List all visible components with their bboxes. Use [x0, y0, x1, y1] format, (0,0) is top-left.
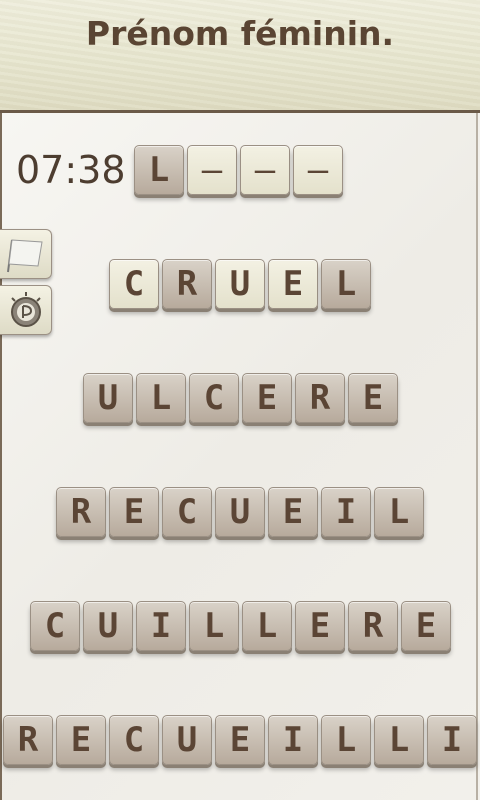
letter-tile[interactable]: R [56, 487, 106, 537]
letter-tile[interactable]: U [83, 601, 133, 651]
letter-tile[interactable]: L [321, 715, 371, 765]
letter-tile[interactable]: E [268, 487, 318, 537]
letter-tile[interactable]: E [348, 373, 398, 423]
letter-tile[interactable]: E [242, 373, 292, 423]
letter-tile[interactable]: E [56, 715, 106, 765]
letter-tile[interactable]: C [162, 487, 212, 537]
letter-tile[interactable]: I [321, 487, 371, 537]
letter-tile[interactable]: U [162, 715, 212, 765]
letter-tile[interactable]: L [136, 373, 186, 423]
answer-tile-empty[interactable]: – [240, 145, 290, 195]
letter-tile[interactable]: R [162, 259, 212, 309]
hint-bulb-icon [11, 292, 41, 327]
answer-tile-empty[interactable]: – [293, 145, 343, 195]
letter-tile[interactable]: C [30, 601, 80, 651]
letter-tile[interactable]: U [215, 259, 265, 309]
timer: 07:38 [16, 148, 126, 192]
letter-tile[interactable]: I [427, 715, 477, 765]
answer-tile[interactable]: L [134, 145, 184, 195]
letter-tile[interactable]: R [295, 373, 345, 423]
letter-tile[interactable]: L [242, 601, 292, 651]
letter-tile[interactable]: C [189, 373, 239, 423]
answer-tile-empty[interactable]: – [187, 145, 237, 195]
letter-tile[interactable]: E [109, 487, 159, 537]
header-bar: Prénom féminin. [0, 0, 480, 113]
letter-tile[interactable]: R [3, 715, 53, 765]
game-board [0, 113, 478, 800]
letter-tile[interactable]: L [321, 259, 371, 309]
letter-tile[interactable]: U [83, 373, 133, 423]
letter-tile[interactable]: R [348, 601, 398, 651]
letter-tile[interactable]: L [189, 601, 239, 651]
letter-tile[interactable]: I [268, 715, 318, 765]
letter-tile[interactable]: C [109, 715, 159, 765]
hint-button[interactable] [0, 285, 52, 335]
flag-icon [7, 239, 43, 273]
letter-tile[interactable]: E [401, 601, 451, 651]
flag-button[interactable] [0, 229, 52, 279]
letter-tile[interactable]: C [109, 259, 159, 309]
letter-tile[interactable]: L [374, 487, 424, 537]
letter-tile[interactable]: E [268, 259, 318, 309]
letter-tile[interactable]: U [215, 487, 265, 537]
letter-tile[interactable]: I [136, 601, 186, 651]
letter-tile[interactable]: L [374, 715, 424, 765]
page-title: Prénom féminin. [85, 14, 395, 53]
letter-tile[interactable]: E [215, 715, 265, 765]
letter-tile[interactable]: E [295, 601, 345, 651]
